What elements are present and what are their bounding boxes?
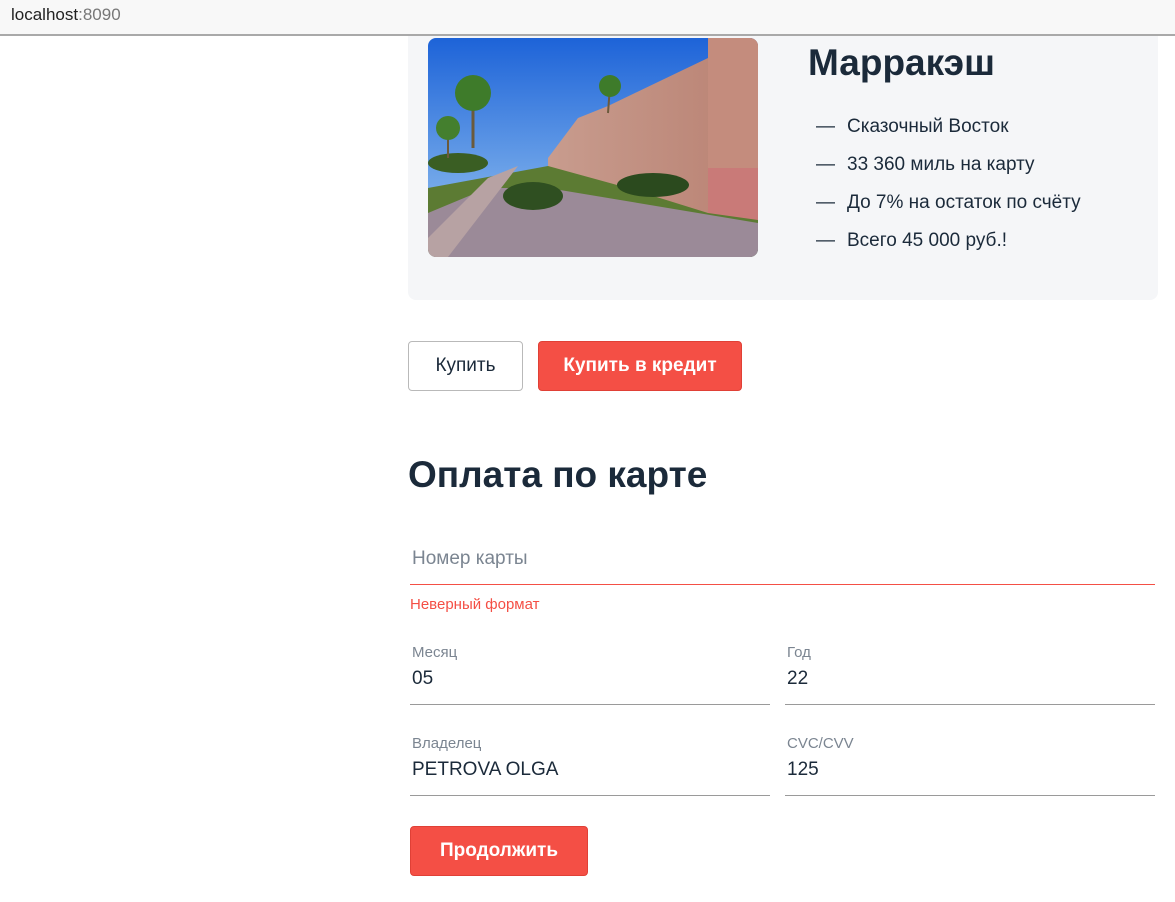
cvc-value: 125 (787, 759, 819, 780)
month-label: Месяц (412, 644, 458, 661)
owner-underline (410, 795, 770, 796)
address-url[interactable]: localhost:8090 (11, 5, 121, 25)
card-number-error: Неверный формат (410, 596, 540, 613)
tour-photo (428, 38, 758, 257)
feature-dash: — (816, 154, 835, 175)
tour-feature-item: — 33 360 миль на карту (816, 152, 1081, 190)
cvc-field[interactable]: CVC/CVV 125 (785, 735, 1155, 796)
owner-label: Владелец (412, 735, 482, 752)
tour-feature-item: — Всего 45 000 руб.! (816, 228, 1081, 266)
continue-button[interactable]: Продолжить (410, 826, 588, 876)
address-bar[interactable]: localhost:8090 (0, 0, 1175, 36)
feature-text: Всего 45 000 руб.! (847, 230, 1007, 251)
tour-feature-item: — До 7% на остаток по счёту (816, 190, 1081, 228)
buy-button[interactable]: Купить (408, 341, 523, 391)
buy-credit-button[interactable]: Купить в кредит (538, 341, 742, 391)
month-value: 05 (412, 668, 434, 689)
month-underline (410, 704, 770, 705)
owner-field[interactable]: Владелец PETROVA OLGA (410, 735, 770, 796)
tour-city-title: Марракэш (808, 42, 995, 83)
payment-title: Оплата по карте (408, 454, 708, 495)
tour-card: Марракэш — Сказочный Восток — 33 360 миль … (408, 36, 1158, 300)
feature-text: 33 360 миль на карту (847, 154, 1035, 175)
card-number-field[interactable]: Номер карты (410, 540, 1155, 585)
tour-features: — Сказочный Восток —33 360 миль на карту … (816, 114, 1081, 266)
card-number-underline (410, 584, 1155, 585)
cvc-underline (785, 795, 1155, 796)
feature-dash: — (816, 192, 835, 213)
year-field[interactable]: Год 22 (785, 644, 1155, 705)
card-number-placeholder: Номер карты (412, 548, 528, 569)
month-field[interactable]: Месяц 05 (410, 644, 770, 705)
feature-dash: — (816, 116, 835, 137)
year-label: Год (787, 644, 811, 661)
address-host: localhost (11, 5, 79, 24)
tour-feature-item: — Сказочный Восток (816, 114, 1081, 152)
feature-text: До 7% на остаток по счёту (847, 192, 1081, 213)
address-port: :8090 (78, 5, 121, 24)
feature-text: Сказочный Восток (847, 116, 1009, 137)
owner-value: PETROVA OLGA (412, 759, 559, 780)
cvc-label: CVC/CVV (787, 735, 854, 752)
feature-dash: — (816, 230, 835, 251)
year-underline (785, 704, 1155, 705)
year-value: 22 (787, 668, 809, 689)
